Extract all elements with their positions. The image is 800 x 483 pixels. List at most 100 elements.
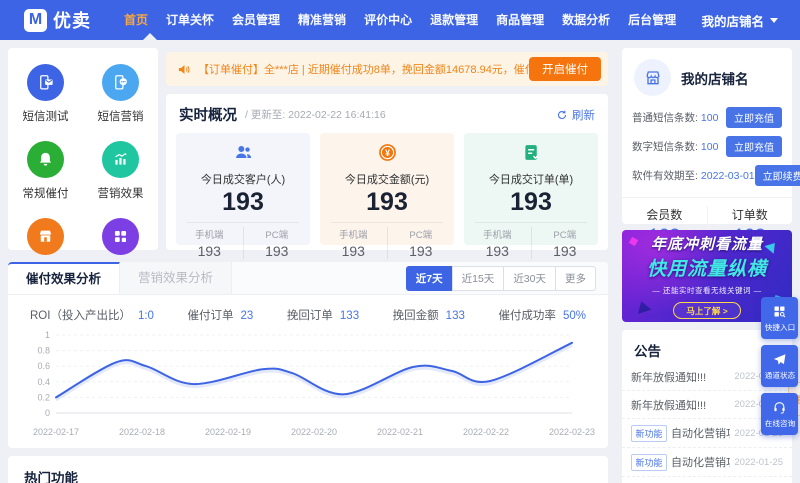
bell-icon [27, 141, 64, 178]
mobile-value: 193 [341, 243, 365, 259]
speaker-icon [178, 64, 190, 74]
mobile-label: 手机端 [338, 230, 368, 241]
grid-icon [102, 218, 139, 255]
online-service-button[interactable]: 在线咨询 [761, 393, 798, 435]
floating-action-stack: 快捷入口 通道状态 在线咨询 [761, 297, 798, 435]
svg-text:2022-02-18: 2022-02-18 [119, 427, 165, 437]
pc-value: 193 [265, 243, 289, 259]
order-doc-icon [524, 145, 538, 160]
svg-text:0: 0 [45, 408, 50, 418]
svg-text:2022-02-22: 2022-02-22 [463, 427, 509, 437]
nav-item-order-care[interactable]: 订单关怀 [157, 0, 223, 40]
tab-marketing-analysis[interactable]: 营销效果分析 [120, 262, 232, 294]
stat-reminder-orders: 催付订单 23 [187, 310, 254, 322]
storefront-icon [645, 70, 660, 84]
shop-avatar [634, 59, 671, 96]
nav-item-admin[interactable]: 后台管理 [619, 0, 685, 40]
sidebar-item-sms-test[interactable]: 短信测试 [8, 64, 83, 124]
feature-badge: 新功能 [631, 424, 668, 442]
banner-tagline: — 还能实时查看无线关键词 — [652, 286, 762, 295]
users-icon [235, 146, 251, 159]
pc-value: 193 [553, 243, 577, 259]
refresh-button[interactable]: 刷新 [556, 107, 595, 123]
hot-features-card: 热门功能 [8, 456, 608, 483]
start-reminder-button[interactable]: 开启催付 [529, 57, 601, 81]
pc-value: 193 [409, 243, 433, 259]
nav-item-reviews[interactable]: 评价中心 [355, 0, 421, 40]
svg-text:0.6: 0.6 [37, 361, 50, 371]
logo-m-icon: M [24, 8, 47, 32]
recharge-button[interactable]: 立即充值 [726, 107, 782, 128]
nav-item-members[interactable]: 会员管理 [223, 0, 289, 40]
my-shop-card: 我的店铺名 普通短信条数: 100 立即充值 数字短信条数: 100 立即充值 … [622, 48, 800, 248]
stat-label: 今日成交订单(单) [488, 174, 574, 186]
recharge-button[interactable]: 立即充值 [726, 136, 782, 157]
mobile-label: 手机端 [194, 230, 224, 241]
stat-value: 193 [222, 188, 264, 216]
nav-item-refunds[interactable]: 退款管理 [421, 0, 487, 40]
sidebar-item-label: 常规催付 [22, 188, 69, 200]
quick-entry-icon [774, 306, 786, 317]
announcement-row[interactable]: 新功能 自动化营销功能上线 2022-01-25 [622, 448, 792, 477]
shop-name: 我的店铺名 [681, 71, 749, 87]
nav-item-analytics[interactable]: 数据分析 [553, 0, 619, 40]
sidebar-item-label: 短信营销 [97, 111, 144, 123]
range-15d[interactable]: 近15天 [451, 265, 505, 291]
sms-balance-row: 普通短信条数: 100 立即充值 [622, 103, 792, 132]
nav-item-marketing[interactable]: 精准营销 [289, 0, 355, 40]
channel-status-button[interactable]: 通道状态 [761, 345, 798, 387]
chevron-down-icon [770, 17, 778, 23]
svg-text:¥: ¥ [385, 148, 390, 158]
renew-button[interactable]: 立即续费 [754, 165, 800, 186]
feature-badge: 新功能 [631, 453, 668, 471]
nav-item-products[interactable]: 商品管理 [487, 0, 553, 40]
line-chart: 0 0.2 0.4 0.6 0.8 1 2022-02-17 2022-02-18 2022-0… [33, 330, 595, 437]
mobile-label: 手机端 [482, 230, 512, 241]
announcement-row[interactable]: 新功能 自动化营销功能上线 2022-01-25 [622, 477, 792, 483]
shop-account-menu[interactable]: 我的店铺名 [701, 11, 778, 30]
sms-marketing-icon [102, 64, 139, 101]
sidebar-item-payment-reminder[interactable]: 常规催付 [8, 141, 83, 201]
active-nav-pointer [143, 33, 157, 40]
range-more[interactable]: 更多 [555, 265, 596, 291]
sidebar-item-marketing-effect[interactable]: 营销效果 [83, 141, 158, 201]
reminder-analysis-card: 催付效果分析 营销效果分析 近7天 近15天 近30天 更多 ROI（投入产出比… [8, 262, 608, 448]
logo-text: 优卖 [53, 11, 91, 31]
sidebar-item-label: 短信测试 [22, 111, 69, 123]
mobile-value: 193 [485, 243, 509, 259]
stat-success-rate: 催付成功率 50% [498, 310, 586, 322]
stat-value: 193 [510, 188, 552, 216]
stat-label: 今日成交金额(元) [344, 174, 430, 186]
stat-label: 今日成交客户(人) [200, 174, 286, 186]
sidebar-item-label: 营销效果 [97, 188, 144, 200]
analysis-stats-row: ROI（投入产出比） 1:0 催付订单 23 挽回订单 133 挽回金额 133 催付成… [8, 295, 608, 325]
svg-text:2022-02-19: 2022-02-19 [205, 427, 251, 437]
learn-more-button[interactable]: 马上了解 > [673, 302, 741, 319]
trend-chart-area: 0 0.2 0.4 0.6 0.8 1 2022-02-17 2022-02-18 2022-0… [8, 325, 608, 448]
svg-text:0.4: 0.4 [37, 377, 50, 387]
headset-icon [774, 401, 785, 414]
realtime-overview-card: 实时概况 / 更新至: 2022-02-22 16:41:16 刷新 今日成交客… [166, 94, 608, 259]
paper-plane-icon [773, 353, 786, 365]
range-7d[interactable]: 近7天 [405, 265, 453, 291]
banner-subheadline: 快用流量纵横 [646, 259, 767, 280]
app-logo[interactable]: M 优卖 [24, 7, 91, 33]
range-30d[interactable]: 近30天 [503, 265, 556, 291]
realtime-title: 实时概况 [179, 108, 237, 124]
store-icon [27, 218, 64, 255]
sms-test-icon [27, 64, 64, 101]
license-expiry-row: 软件有效期至: 2022-03-01 立即续费 [622, 161, 800, 190]
pc-label: PC端 [265, 230, 289, 241]
banner-headline: 年底冲刺看流量 [650, 236, 763, 253]
sidebar-item-sms-marketing[interactable]: 短信营销 [83, 64, 158, 124]
stat-recovered-amount: 挽回金额 133 [392, 310, 465, 322]
svg-text:0.8: 0.8 [37, 346, 50, 356]
hot-features-title: 热门功能 [24, 471, 78, 483]
quick-tools-panel: 短信测试 短信营销 常规催付 营销效果 [8, 48, 158, 277]
svg-text:2022-02-23: 2022-02-23 [549, 427, 595, 437]
tab-reminder-analysis[interactable]: 催付效果分析 [8, 262, 120, 294]
chart-up-icon [102, 141, 139, 178]
pc-label: PC端 [409, 230, 433, 241]
quick-entry-button[interactable]: 快捷入口 [761, 297, 798, 339]
notice-text: 【订单催付】全***店 | 近期催付成功8单，挽回金额14678.94元，催付成… [198, 64, 529, 76]
